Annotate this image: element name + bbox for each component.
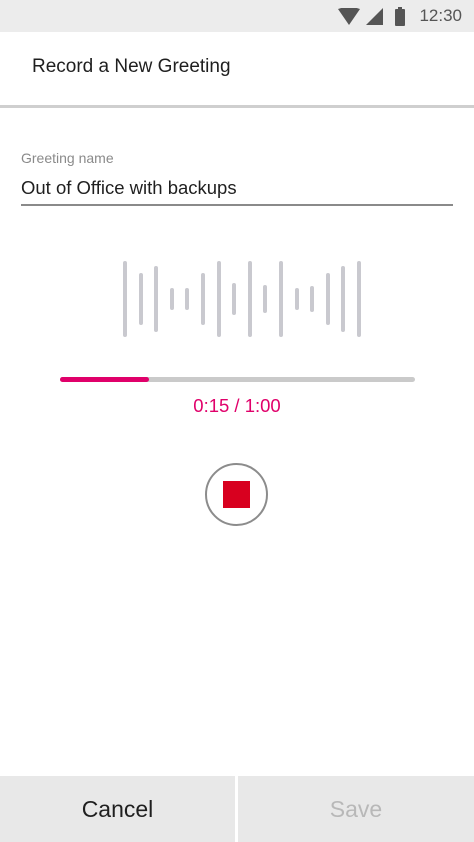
waveform (0, 258, 474, 340)
stop-icon (223, 481, 250, 508)
waveform-bar (216, 261, 221, 337)
signal-icon (366, 7, 384, 25)
record-greeting-screen: 12:30 Record a New Greeting Greeting nam… (0, 0, 474, 842)
action-bar: Cancel Save (0, 776, 474, 842)
status-time: 12:30 (419, 6, 462, 25)
app-header: Record a New Greeting (0, 32, 474, 108)
waveform-bar (279, 261, 283, 337)
status-icons: 12:30 (338, 0, 474, 32)
save-button[interactable]: Save (238, 776, 474, 842)
waveform-bar (325, 273, 330, 325)
waveform-bar (294, 288, 299, 310)
waveform-bar (169, 288, 174, 310)
wifi-icon (338, 7, 361, 25)
greeting-name-input[interactable] (21, 172, 453, 206)
waveform-bar (232, 283, 237, 315)
waveform-bar (247, 261, 252, 337)
cancel-button[interactable]: Cancel (0, 776, 235, 842)
waveform-bar (201, 273, 205, 325)
stop-recording-button[interactable] (205, 463, 268, 526)
waveform-bar (357, 261, 361, 337)
battery-icon (395, 6, 406, 26)
recording-time-readout: 0:15 / 1:00 (193, 395, 281, 416)
waveform-bar (138, 273, 143, 325)
waveform-bar (123, 261, 127, 337)
page-title: Record a New Greeting (32, 56, 231, 77)
waveform-bar (185, 288, 190, 310)
recording-progress-bar (60, 377, 415, 382)
waveform-bar (310, 286, 315, 312)
greeting-name-field: Greeting name (21, 150, 453, 206)
waveform-bar (263, 285, 268, 313)
waveform-bar (154, 266, 159, 332)
waveform-bar (341, 266, 346, 332)
status-bar: 12:30 (0, 0, 474, 32)
greeting-name-label: Greeting name (21, 150, 114, 166)
recording-progress-fill (60, 377, 149, 382)
